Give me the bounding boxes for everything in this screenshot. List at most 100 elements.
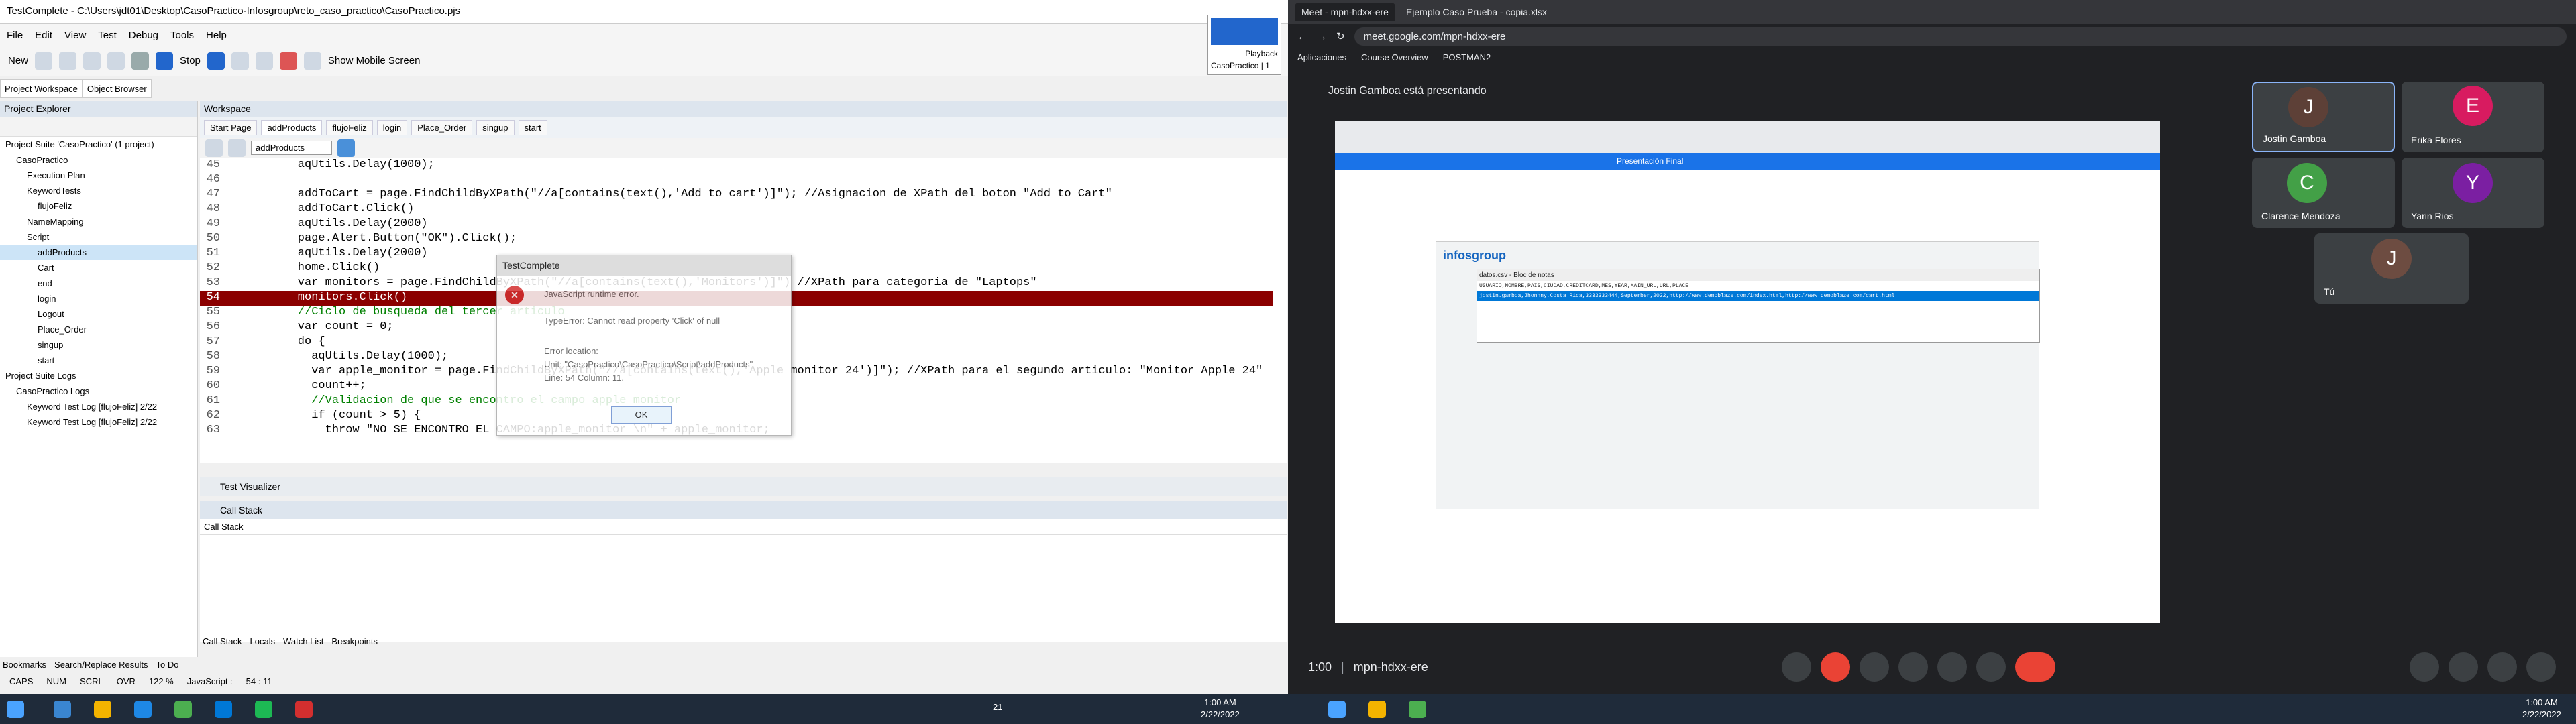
step-icon[interactable] bbox=[231, 52, 249, 70]
tree-item[interactable]: Script bbox=[0, 229, 197, 245]
tab-todo[interactable]: To Do bbox=[156, 660, 179, 670]
participant-tile-self[interactable]: J Tú bbox=[2314, 233, 2469, 304]
forward-icon[interactable] bbox=[228, 139, 246, 157]
tree-item[interactable]: singup bbox=[0, 337, 197, 353]
new-button[interactable]: New bbox=[8, 55, 28, 66]
menu-edit[interactable]: Edit bbox=[35, 29, 52, 41]
bookmark-postman[interactable]: POSTMAN2 bbox=[1443, 52, 1491, 64]
chrome-icon-2[interactable] bbox=[1409, 701, 1426, 718]
mobile-icon[interactable] bbox=[303, 52, 321, 70]
captions-icon[interactable] bbox=[1860, 652, 1890, 682]
run-icon[interactable] bbox=[131, 52, 150, 70]
participant-tile-2[interactable]: E Erika Flores bbox=[2402, 82, 2544, 152]
stop-button[interactable]: Stop bbox=[180, 55, 201, 66]
chat-icon[interactable] bbox=[2487, 652, 2517, 682]
explorer-icon[interactable] bbox=[94, 701, 111, 718]
menu-view[interactable]: View bbox=[64, 29, 86, 41]
line-number: 57 bbox=[206, 335, 220, 348]
people-icon[interactable] bbox=[2449, 652, 2478, 682]
tree-item[interactable]: CasoPractico Logs bbox=[0, 383, 197, 399]
save-icon[interactable] bbox=[59, 52, 77, 70]
back-icon[interactable] bbox=[205, 139, 223, 157]
record-icon[interactable] bbox=[107, 52, 125, 70]
menu-tools[interactable]: Tools bbox=[170, 29, 194, 41]
search-icon[interactable] bbox=[54, 701, 71, 718]
tree-item[interactable]: Keyword Test Log [flujoFeliz] 2/22 bbox=[0, 414, 197, 430]
routine-select[interactable]: addProducts bbox=[251, 141, 332, 155]
leave-call-button[interactable] bbox=[2015, 652, 2056, 682]
menu-file[interactable]: File bbox=[7, 29, 23, 41]
tab-flujofeliz[interactable]: flujoFeliz bbox=[326, 119, 373, 135]
tab-breakpoints[interactable]: Breakpoints bbox=[331, 636, 378, 646]
tab-meet[interactable]: Meet - mpn-hdxx-ere bbox=[1295, 3, 1395, 21]
participant-tile-3[interactable]: C Clarence Mendoza bbox=[2252, 158, 2395, 228]
tree-item[interactable]: Keyword Test Log [flujoFeliz] 2/22 bbox=[0, 399, 197, 414]
tab-excel[interactable]: Ejemplo Caso Prueba - copia.xlsx bbox=[1399, 3, 1554, 21]
tab-project-workspace[interactable]: Project Workspace bbox=[0, 79, 83, 98]
participant-tile-1[interactable]: J Jostin Gamboa bbox=[2252, 82, 2395, 152]
dialog-ok-button[interactable]: OK bbox=[611, 406, 672, 424]
playback-controls[interactable] bbox=[1211, 18, 1278, 45]
tree-item[interactable]: KeywordTests bbox=[0, 183, 197, 198]
menu-test[interactable]: Test bbox=[98, 29, 117, 41]
tab-locals[interactable]: Locals bbox=[250, 636, 276, 646]
tree-item[interactable]: Execution Plan bbox=[0, 168, 197, 183]
tree-item[interactable]: start bbox=[0, 353, 197, 368]
tree-item[interactable]: Project Suite Logs bbox=[0, 368, 197, 383]
mic-icon[interactable] bbox=[1782, 652, 1812, 682]
raise-hand-icon[interactable] bbox=[1898, 652, 1929, 682]
tree-item[interactable]: flujoFeliz bbox=[0, 198, 197, 214]
spotify-icon[interactable] bbox=[255, 701, 272, 718]
reload-icon[interactable]: ↻ bbox=[1336, 30, 1345, 42]
start-icon-2[interactable] bbox=[1328, 701, 1346, 718]
vscode-icon[interactable] bbox=[215, 701, 232, 718]
teams-icon[interactable] bbox=[134, 701, 152, 718]
tab-place-order[interactable]: Place_Order bbox=[411, 119, 473, 135]
tab-start[interactable]: start bbox=[518, 119, 547, 135]
tree-item[interactable]: addProducts bbox=[0, 245, 197, 260]
bookmark-course[interactable]: Course Overview bbox=[1361, 52, 1428, 64]
tab-addproducts[interactable]: addProducts bbox=[261, 119, 323, 135]
tree-item[interactable]: login bbox=[0, 291, 197, 306]
tab-singup[interactable]: singup bbox=[476, 119, 515, 135]
chrome-icon[interactable] bbox=[174, 701, 192, 718]
back-icon[interactable]: ← bbox=[1297, 31, 1307, 42]
tree-item[interactable]: Place_Order bbox=[0, 322, 197, 337]
test-visualizer-header[interactable]: Test Visualizer bbox=[200, 477, 1287, 496]
show-mobile-screen-button[interactable]: Show Mobile Screen bbox=[328, 55, 421, 66]
present-icon[interactable] bbox=[1937, 652, 1968, 682]
start-icon[interactable] bbox=[7, 701, 24, 718]
spy-icon[interactable] bbox=[279, 52, 297, 70]
url-field[interactable]: meet.google.com/mpn-hdxx-ere bbox=[1354, 27, 2567, 46]
tab-search-replace[interactable]: Search/Replace Results bbox=[54, 660, 148, 670]
tab-start-page[interactable]: Start Page bbox=[204, 119, 258, 135]
info-icon[interactable] bbox=[2410, 652, 2439, 682]
menu-debug[interactable]: Debug bbox=[129, 29, 158, 41]
testcomplete-icon[interactable] bbox=[295, 701, 313, 718]
run-routine-icon[interactable] bbox=[337, 139, 355, 157]
tab-call-stack[interactable]: Call Stack bbox=[203, 636, 242, 646]
more-options-icon[interactable] bbox=[1976, 652, 2006, 682]
open-icon[interactable] bbox=[35, 52, 53, 70]
tab-login[interactable]: login bbox=[376, 119, 408, 135]
tree-item[interactable]: CasoPractico bbox=[0, 152, 197, 168]
pause-icon[interactable] bbox=[207, 52, 225, 70]
activities-icon[interactable] bbox=[2526, 652, 2556, 682]
tree-item[interactable]: Cart bbox=[0, 260, 197, 276]
menu-help[interactable]: Help bbox=[206, 29, 227, 41]
tree-item[interactable]: Logout bbox=[0, 306, 197, 322]
tree-item[interactable]: end bbox=[0, 276, 197, 291]
tab-object-browser[interactable]: Object Browser bbox=[82, 79, 152, 98]
explorer-icon-2[interactable] bbox=[1368, 701, 1386, 718]
tree-item[interactable]: NameMapping bbox=[0, 214, 197, 229]
tab-bookmarks[interactable]: Bookmarks bbox=[3, 660, 46, 670]
camera-off-icon[interactable] bbox=[1821, 652, 1851, 682]
save-all-icon[interactable] bbox=[83, 52, 101, 70]
step-over-icon[interactable] bbox=[255, 52, 273, 70]
forward-icon[interactable]: → bbox=[1317, 31, 1327, 42]
tab-watch-list[interactable]: Watch List bbox=[283, 636, 323, 646]
bookmark-apps[interactable]: Aplicaciones bbox=[1297, 52, 1346, 64]
tree-item[interactable]: Project Suite 'CasoPractico' (1 project) bbox=[0, 137, 197, 152]
stop-icon[interactable] bbox=[156, 52, 174, 70]
participant-tile-4[interactable]: Y Yarin Rios bbox=[2402, 158, 2544, 228]
